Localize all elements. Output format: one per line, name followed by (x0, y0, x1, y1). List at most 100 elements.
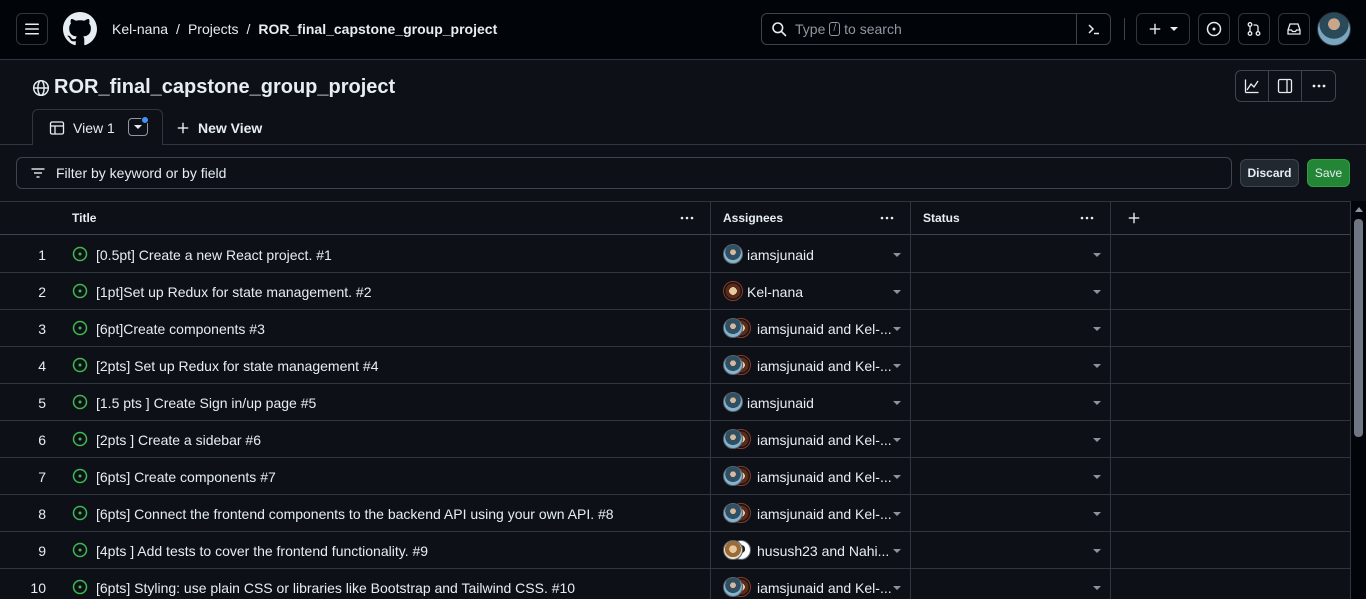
chevron-down-icon[interactable] (1093, 363, 1101, 369)
side-panel-button[interactable] (1269, 71, 1302, 101)
user-avatar[interactable] (1317, 12, 1351, 46)
assignees-value[interactable]: iamsjunaid and Kel-... (757, 506, 892, 522)
chevron-down-icon[interactable] (893, 252, 901, 258)
scroll-up-arrow-icon[interactable] (1355, 207, 1363, 212)
discard-button[interactable]: Discard (1240, 159, 1299, 187)
pull-requests-button[interactable] (1238, 13, 1270, 45)
kebab-horizontal-icon[interactable] (1079, 210, 1095, 226)
save-button[interactable]: Save (1307, 159, 1350, 187)
chevron-down-icon[interactable] (893, 585, 901, 591)
chevron-down-icon[interactable] (893, 326, 901, 332)
chevron-down-icon[interactable] (893, 400, 901, 406)
chevron-down-icon[interactable] (893, 437, 901, 443)
assignees-value[interactable]: iamsjunaid (747, 395, 814, 411)
table-row[interactable]: 9 [4pts ] Add tests to cover the frontend… (0, 532, 1350, 569)
chevron-down-icon[interactable] (1093, 252, 1101, 258)
kebab-horizontal-icon[interactable] (679, 210, 695, 226)
insights-button[interactable] (1236, 71, 1269, 101)
issue-title-link[interactable]: [6pt]Create components #3 (96, 321, 265, 337)
chevron-down-icon (1170, 27, 1178, 31)
chevron-down-icon[interactable] (893, 511, 901, 517)
row-number-label: 9 (38, 543, 46, 559)
issue-title-link[interactable]: [2pts] Set up Redux for state management… (96, 358, 379, 374)
more-options-button[interactable] (1302, 71, 1335, 101)
assignees-value[interactable]: iamsjunaid and Kel-... (757, 358, 892, 374)
issue-opened-icon (72, 246, 88, 262)
add-field-button[interactable] (1127, 202, 1143, 234)
avatar (723, 355, 743, 375)
table-row[interactable]: 5 [1.5 pts ] Create Sign in/up page #5 iam… (0, 384, 1350, 421)
issues-button[interactable] (1198, 13, 1230, 45)
chevron-down-icon[interactable] (1093, 326, 1101, 332)
chevron-down-icon[interactable] (893, 548, 901, 554)
menu-button[interactable] (16, 13, 48, 45)
table-row[interactable]: 2 [1pt]Set up Redux for state management.… (0, 273, 1350, 310)
issue-title-link[interactable]: [0.5pt] Create a new React project. #1 (96, 247, 332, 263)
issue-opened-icon (72, 357, 88, 373)
issue-title-link[interactable]: [1.5 pts ] Create Sign in/up page #5 (96, 395, 316, 411)
table-row[interactable]: 10 [6pts] Styling: use plain CSS or libra… (0, 569, 1350, 599)
command-palette-icon (1087, 24, 1099, 35)
table-row[interactable]: 8 [6pts] Connect the frontend components … (0, 495, 1350, 532)
filter-placeholder: Filter by keyword or by field (56, 165, 227, 181)
tab-view-1[interactable]: View 1 (32, 109, 163, 145)
new-view-button[interactable]: New View (176, 120, 262, 136)
chevron-down-icon[interactable] (1093, 474, 1101, 480)
avatar (723, 466, 743, 486)
avatar (723, 392, 743, 412)
filter-input[interactable]: Filter by keyword or by field (16, 157, 1232, 189)
filter-icon (31, 168, 45, 178)
chevron-down-icon[interactable] (1093, 548, 1101, 554)
table-row[interactable]: 6 [2pts ] Create a sidebar #6 iamsjunaid a… (0, 421, 1350, 458)
breadcrumb-project[interactable]: ROR_final_capstone_group_project (258, 21, 497, 37)
chevron-down-icon[interactable] (893, 474, 901, 480)
issue-title-link[interactable]: [1pt]Set up Redux for state management. … (96, 284, 372, 300)
chevron-down-icon[interactable] (893, 289, 901, 295)
assignees-value[interactable]: iamsjunaid and Kel-... (757, 321, 892, 337)
chevron-down-icon[interactable] (1093, 511, 1101, 517)
chevron-down-icon[interactable] (1093, 400, 1101, 406)
issue-title-link[interactable]: [6pts] Connect the frontend components t… (96, 506, 614, 522)
assignees-value[interactable]: iamsjunaid and Kel-... (757, 432, 892, 448)
assignees-value[interactable]: iamsjunaid and Kel-... (757, 469, 892, 485)
vertical-scrollbar[interactable] (1350, 201, 1366, 599)
breadcrumb-projects[interactable]: Projects (188, 21, 239, 37)
breadcrumb-owner[interactable]: Kel-nana (112, 21, 168, 37)
plus-icon (1149, 23, 1161, 35)
assignees-value[interactable]: husush23 and Nahi... (757, 543, 889, 559)
command-palette-button[interactable] (1076, 14, 1110, 44)
assignees-value[interactable]: iamsjunaid and Kel-... (757, 580, 892, 596)
chevron-down-icon[interactable] (1093, 585, 1101, 591)
inbox-button[interactable] (1278, 13, 1310, 45)
column-header-title[interactable]: Title (72, 202, 709, 234)
chevron-down-icon[interactable] (1093, 437, 1101, 443)
project-actions (1235, 70, 1336, 102)
avatar (723, 577, 743, 597)
chevron-down-icon[interactable] (1093, 289, 1101, 295)
scrollbar-thumb[interactable] (1354, 219, 1363, 437)
unsaved-changes-indicator (141, 116, 149, 124)
github-logo-icon[interactable] (63, 12, 97, 46)
chevron-down-icon[interactable] (893, 363, 901, 369)
search-input[interactable]: Type / to search (761, 13, 1111, 45)
issue-title-link[interactable]: [4pts ] Add tests to cover the frontend … (96, 543, 428, 559)
issue-title-link[interactable]: [6pts] Create components #7 (96, 469, 276, 485)
issue-title-link[interactable]: [2pts ] Create a sidebar #6 (96, 432, 261, 448)
table-row[interactable]: 3 [6pt]Create components #3 iamsjunaid and… (0, 310, 1350, 347)
kebab-horizontal-icon[interactable] (879, 210, 895, 226)
row-number-label: 4 (38, 358, 46, 374)
table-row[interactable]: 7 [6pts] Create components #7 iamsjunaid a… (0, 458, 1350, 495)
assignees-value[interactable]: iamsjunaid (747, 247, 814, 263)
insights-graph-icon (1244, 79, 1259, 94)
global-header: Kel-nana / Projects / ROR_final_capstone… (0, 0, 1366, 60)
assignees-value[interactable]: Kel-nana (747, 284, 803, 300)
table-row[interactable]: 1 [0.5pt] Create a new React project. #1 i… (0, 236, 1350, 273)
column-title-label: Title (72, 211, 97, 225)
column-header-status[interactable]: Status (923, 202, 1109, 234)
table-row[interactable]: 4 [2pts] Set up Redux for state managemen… (0, 347, 1350, 384)
issue-title-link[interactable]: [6pts] Styling: use plain CSS or librari… (96, 580, 575, 596)
column-header-assignees[interactable]: Assignees (723, 202, 909, 234)
plus-icon (177, 122, 189, 134)
chevron-down-icon (134, 125, 142, 129)
create-new-button[interactable] (1136, 13, 1190, 45)
